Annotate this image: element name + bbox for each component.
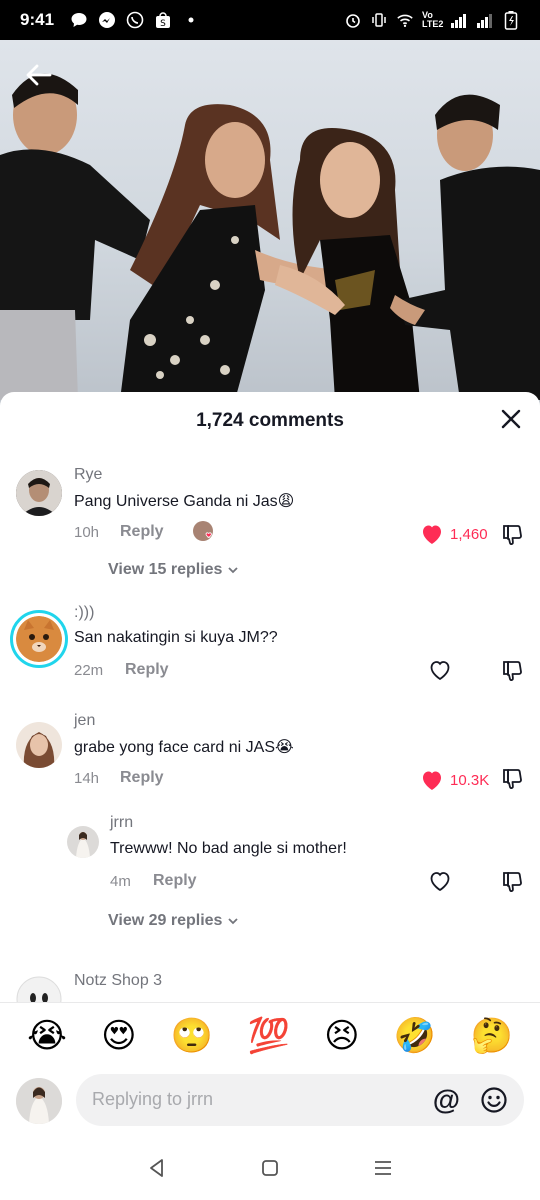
heart-filled-icon: [423, 525, 441, 544]
comment-item: :))) San nakatingin si kuya JM?? 22m Rep…: [0, 600, 540, 700]
nav-back-icon[interactable]: [145, 1156, 169, 1180]
comment-username[interactable]: jrrn: [110, 814, 133, 832]
mention-icon[interactable]: @: [433, 1084, 460, 1116]
dislike-icon[interactable]: [500, 869, 524, 893]
comment-time: 14h: [74, 770, 100, 787]
status-time: 9:41: [20, 10, 55, 29]
emoji-quick-bar: 😭 😍 🙄 💯 😣 🤣 🤔: [0, 1002, 540, 1068]
dot-icon: [182, 11, 200, 29]
emoji-hundred[interactable]: 💯: [248, 1019, 290, 1053]
creator-liked-badge: [192, 520, 216, 544]
emoji-picker-icon[interactable]: [480, 1086, 508, 1114]
view-replies-button[interactable]: View 29 replies: [108, 912, 240, 930]
messenger-icon: [98, 11, 116, 29]
emoji-rofl[interactable]: 🤣: [394, 1019, 436, 1053]
comment-text: San nakatingin si kuya JM??: [74, 629, 278, 646]
reply-button[interactable]: Reply: [120, 523, 164, 541]
reply-button[interactable]: Reply: [153, 872, 197, 890]
like-button[interactable]: 10.3K: [420, 769, 489, 791]
avatar-story-ring[interactable]: [10, 610, 68, 668]
arrow-left-icon: [26, 64, 52, 86]
like-button[interactable]: [428, 658, 452, 682]
view-replies-label: View 15 replies: [108, 561, 223, 578]
comment-text: Trewww! No bad angle si mother!: [110, 840, 347, 857]
viber-icon: [126, 11, 144, 29]
comment-input-placeholder: Replying to jrrn: [92, 1089, 214, 1109]
emoji-loudly-crying[interactable]: 😭: [27, 1019, 67, 1053]
emoji-persevering[interactable]: 😣: [324, 1019, 359, 1053]
comment-input-bar: Replying to jrrn @: [0, 1068, 540, 1136]
comment-username[interactable]: :))): [74, 604, 94, 622]
chat-bubble-icon: [70, 11, 88, 29]
reply-button[interactable]: Reply: [120, 769, 164, 787]
emoji-heart-eyes[interactable]: 😍: [101, 1019, 136, 1053]
svg-text:S: S: [160, 19, 166, 29]
comment-item: jen grabe yong face card ni JAS😭 14h Rep…: [0, 708, 540, 808]
comment-username[interactable]: jen: [74, 712, 95, 730]
like-count: 1,460: [450, 525, 488, 543]
reply-button[interactable]: Reply: [125, 661, 169, 679]
close-button[interactable]: [498, 406, 524, 432]
dislike-icon[interactable]: [500, 658, 524, 682]
shopee-icon: S: [154, 11, 172, 29]
photo-illustration: [0, 73, 540, 400]
signal-icon: [476, 11, 494, 29]
comment-item: Notz Shop 3: [0, 964, 540, 1002]
avatar[interactable]: [16, 722, 62, 768]
avatar[interactable]: [16, 470, 62, 516]
heart-outline-icon: [430, 872, 450, 892]
avatar[interactable]: [16, 976, 62, 1002]
reply-item: jrrn Trewww! No bad angle si mother! 4m …: [0, 814, 540, 964]
comment-username[interactable]: Rye: [74, 466, 102, 484]
emoji-thinking[interactable]: 🤔: [471, 1019, 513, 1053]
chevron-down-icon: [228, 918, 239, 925]
my-avatar: [16, 1078, 62, 1124]
wifi-icon: [396, 11, 414, 29]
comment-username[interactable]: Notz Shop 3: [74, 972, 162, 990]
like-button[interactable]: 1,460: [420, 523, 488, 545]
comment-time: 4m: [110, 873, 131, 890]
like-count: 10.3K: [450, 771, 490, 789]
video-background-photo[interactable]: [0, 40, 540, 420]
volte-icon: Vo LTE2: [422, 10, 444, 29]
comment-item: Rye Pang Universe Ganda ni Jas😩 10h Repl…: [0, 456, 540, 586]
heart-filled-icon: [423, 771, 441, 790]
nav-home-icon[interactable]: [258, 1156, 282, 1180]
comment-text: Pang Universe Ganda ni Jas😩: [74, 493, 295, 510]
system-nav-bar: [0, 1136, 540, 1200]
battery-charging-icon: [502, 11, 520, 30]
nav-recents-icon[interactable]: [371, 1156, 395, 1180]
comment-time: 10h: [74, 524, 100, 541]
like-button[interactable]: [428, 869, 452, 893]
dislike-icon[interactable]: [500, 522, 524, 546]
heart-outline-icon: [430, 661, 450, 681]
status-bar: 9:41 S Vo LTE2: [0, 0, 540, 40]
view-replies-label: View 29 replies: [108, 912, 223, 929]
avatar[interactable]: [67, 826, 99, 858]
comments-count-title: 1,724 comments: [196, 410, 344, 431]
dislike-icon[interactable]: [500, 766, 524, 790]
comment-text: grabe yong face card ni JAS😭: [74, 739, 294, 756]
alarm-icon: [344, 11, 362, 29]
view-replies-button[interactable]: View 15 replies: [108, 561, 240, 579]
chevron-down-icon: [228, 567, 239, 574]
emoji-eye-roll[interactable]: 🙄: [171, 1019, 213, 1053]
signal-icon: [450, 11, 468, 29]
vibrate-icon: [370, 11, 388, 29]
comment-time: 22m: [74, 662, 104, 679]
comment-input[interactable]: Replying to jrrn @: [76, 1074, 524, 1126]
back-button[interactable]: [22, 58, 56, 92]
close-icon: [501, 409, 521, 429]
